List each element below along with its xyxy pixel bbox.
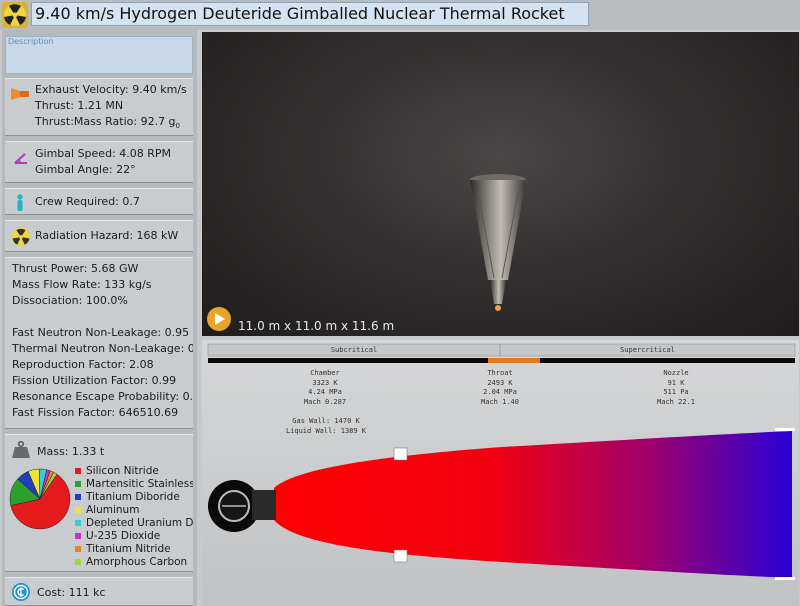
gimbal-speed: Gimbal Speed: 4.08 RPM — [35, 147, 172, 160]
play-icon — [215, 313, 225, 325]
title-bar: 9.40 km/s Hydrogen Deuteride Gimballed N… — [0, 0, 800, 30]
description-field[interactable]: Description — [5, 36, 193, 74]
engine-dimensions: 11.0 m x 11.0 m x 11.6 m — [238, 319, 395, 333]
gimbal-icon — [13, 150, 29, 169]
weight-icon — [11, 440, 31, 463]
legend-label: Aluminum — [86, 504, 140, 516]
cost: Cost: 111 kc — [37, 586, 106, 599]
engine-3d-model — [470, 174, 526, 311]
engine-schematic-panel: Subcritical Supercritical Chamber 3323 K… — [202, 340, 799, 606]
legend-swatch — [75, 481, 81, 487]
radiation-app-icon[interactable] — [2, 2, 28, 28]
thrust-mass-ratio: Thrust:Mass Ratio: 92.7 g — [35, 115, 176, 128]
cost-panel: Cost: 111 kc — [5, 577, 193, 606]
radiation-panel: Radiation Hazard: 168 kW — [5, 220, 193, 252]
crew-required: Crew Required: 0.7 — [35, 195, 140, 208]
fast-neutron-non-leakage: Fast Neutron Non-Leakage: 0.95 — [12, 326, 190, 339]
thrust: Thrust: 1.21 MN — [35, 99, 124, 112]
legend-item: Depleted Uranium Di — [75, 517, 193, 530]
crew-panel: Crew Required: 0.7 — [5, 188, 193, 215]
thruster-icon — [11, 85, 29, 104]
legend-label: Silicon Nitride — [86, 465, 159, 477]
legend-item: U-235 Dioxide — [75, 530, 193, 543]
legend-swatch — [75, 468, 81, 474]
mass-total: Mass: 1.33 t — [37, 445, 105, 458]
legend-label: Titanium Diboride — [86, 491, 180, 503]
legend-swatch — [75, 494, 81, 500]
thrust-power: Thrust Power: 5.68 GW — [12, 262, 139, 275]
legend-item: Titanium Diboride — [75, 491, 193, 504]
radiation-hazard: Radiation Hazard: 168 kW — [35, 229, 179, 242]
gimbal-panel: Gimbal Speed: 4.08 RPM Gimbal Angle: 22° — [5, 141, 193, 183]
resonance-escape-probability: Resonance Escape Probability: 0.00 — [12, 390, 193, 403]
legend-label: Depleted Uranium Di — [86, 517, 193, 529]
fission-utilization-factor: Fission Utilization Factor: 0.99 — [12, 374, 177, 387]
reactor-panel: Thrust Power: 5.68 GW Mass Flow Rate: 13… — [5, 257, 193, 429]
radiation-icon — [11, 227, 31, 251]
legend-label: Titanium Nitride — [86, 543, 171, 555]
legend-swatch — [75, 507, 81, 513]
crew-icon — [15, 194, 25, 214]
mass-pie-chart — [9, 468, 71, 530]
exhaust-velocity: Exhaust Velocity: 9.40 km/s — [35, 83, 187, 96]
thrust-mass-ratio-sub: 0 — [175, 122, 181, 131]
engine-3d-viewport[interactable]: 11.0 m x 11.0 m x 11.6 m — [202, 32, 799, 336]
legend-label: Martensitic Stainless — [86, 478, 193, 490]
mass-panel: Mass: 1.33 t Silicon Nitride Martensitic … — [5, 434, 193, 572]
reproduction-factor: Reproduction Factor: 2.08 — [12, 358, 154, 371]
legend-swatch — [75, 533, 81, 539]
legend-item: Aluminum — [75, 504, 193, 517]
dissociation: Dissociation: 100.0% — [12, 294, 128, 307]
legend-item: Silicon Nitride — [75, 465, 193, 478]
material-legend: Silicon Nitride Martensitic Stainless Tita… — [75, 465, 193, 569]
fast-fission-factor: Fast Fission Factor: 646510.69 — [12, 406, 179, 419]
nozzle-profile — [208, 428, 795, 580]
legend-swatch — [75, 546, 81, 552]
cost-icon — [11, 582, 31, 605]
legend-swatch — [75, 520, 81, 526]
description-label: Description — [8, 37, 54, 46]
legend-label: Amorphous Carbon — [86, 556, 188, 568]
play-button[interactable] — [207, 307, 231, 331]
performance-panel: Exhaust Velocity: 9.40 km/s Thrust: 1.21… — [5, 78, 193, 136]
thermal-neutron-non-leakage: Thermal Neutron Non-Leakage: 0.96 — [12, 342, 193, 355]
legend-label: U-235 Dioxide — [86, 530, 161, 542]
legend-swatch — [75, 559, 81, 565]
thrust-mass-ratio-line: Thrust:Mass Ratio: 92.7 g0 — [35, 115, 180, 133]
legend-item: Titanium Nitride — [75, 543, 193, 556]
gimbal-angle: Gimbal Angle: 22° — [35, 163, 136, 176]
mass-flow-rate: Mass Flow Rate: 133 kg/s — [12, 278, 152, 291]
legend-item: Martensitic Stainless — [75, 478, 193, 491]
engine-title[interactable]: 9.40 km/s Hydrogen Deuteride Gimballed N… — [31, 2, 589, 26]
legend-item: Amorphous Carbon — [75, 556, 193, 569]
